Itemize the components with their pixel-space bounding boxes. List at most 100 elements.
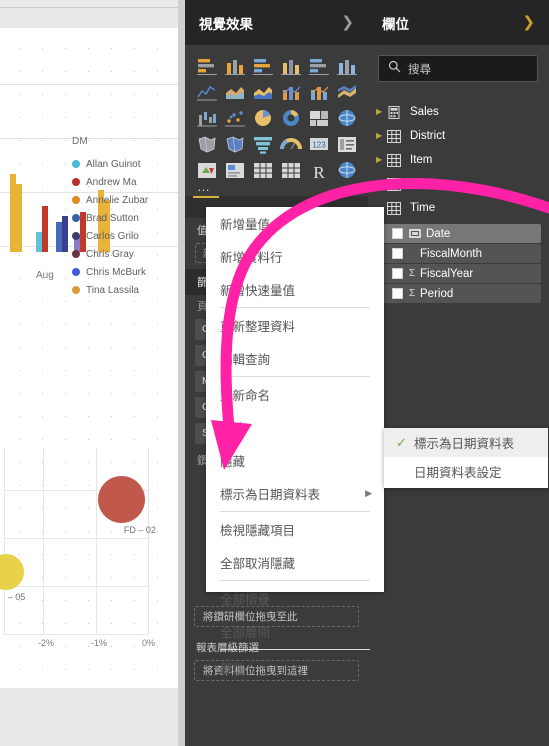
expand-triangle-icon[interactable]: ▶ — [376, 132, 387, 140]
fields-table-label: Time — [410, 202, 436, 214]
context-menu-item[interactable]: 全部展開 — [206, 615, 384, 648]
donut-chart-icon[interactable] — [279, 107, 303, 129]
table-context-menu[interactable]: 新增量值 新增資料行 新增快速量值 重新整理資料 編輯查詢 重新命名 刪除 隱藏 標示為日期資料… — [206, 207, 384, 676]
stacked-bar-chart-icon[interactable] — [195, 55, 219, 77]
matrix-icon[interactable] — [279, 159, 303, 181]
field-row[interactable]: Σ Period — [382, 284, 541, 303]
context-menu-item[interactable]: 重新整理資料 — [206, 309, 384, 342]
menu-separator — [220, 580, 370, 581]
bubble[interactable] — [0, 554, 24, 590]
line-and-clustered-column-chart-icon[interactable] — [307, 81, 331, 103]
legend-item[interactable]: Brad Sutton — [72, 209, 180, 227]
slicer-icon[interactable] — [223, 159, 247, 181]
context-menu-item[interactable]: 檢視隱藏項目 — [206, 513, 384, 546]
visual-type-gallery[interactable]: 123 R — [193, 53, 361, 183]
context-menu-item[interactable]: 新增資料行 — [206, 240, 384, 273]
context-menu-item[interactable]: 新增量值 — [206, 207, 384, 240]
bar[interactable] — [16, 184, 22, 252]
field-label: Period — [420, 287, 454, 300]
legend-item[interactable]: Carlos Grilo — [72, 227, 180, 245]
context-menu-item[interactable]: 隱藏 — [206, 444, 384, 477]
area-chart-icon[interactable] — [223, 81, 247, 103]
context-menu-item[interactable]: 全部摺疊 — [206, 582, 384, 615]
multi-row-card-icon[interactable] — [335, 133, 359, 155]
ribbon-chart-icon[interactable] — [335, 81, 359, 103]
stacked-column-chart-icon[interactable] — [223, 55, 247, 77]
field-checkbox[interactable] — [392, 288, 403, 299]
fields-table-row[interactable]: Time — [368, 196, 549, 220]
field-checkbox[interactable] — [392, 268, 403, 279]
legend-item[interactable]: Andrew Ma — [72, 173, 180, 191]
context-menu-item[interactable]: 新增快速量值 — [206, 273, 384, 306]
100-stacked-column-chart-icon[interactable] — [335, 55, 359, 77]
arcgis-map-icon[interactable] — [335, 159, 359, 181]
time-fields-list[interactable]: Date FiscalMonth Σ FiscalYear Σ Period — [368, 224, 549, 304]
expand-triangle-icon[interactable]: ▶ — [376, 156, 387, 164]
r-script-visual-icon[interactable]: R — [307, 159, 331, 181]
scatter-chart-icon[interactable] — [223, 107, 247, 129]
table-icon — [387, 177, 401, 191]
funnel-chart-icon[interactable] — [251, 133, 275, 155]
treemap-icon[interactable] — [307, 107, 331, 129]
context-menu-item[interactable]: 刪除 — [206, 411, 384, 444]
submenu-item-label: 標示為日期資料表 — [414, 437, 515, 451]
fields-table-row[interactable]: ▶ District — [368, 124, 549, 148]
100-stacked-bar-chart-icon[interactable] — [307, 55, 331, 77]
table-icon — [387, 129, 401, 143]
expand-triangle-icon[interactable]: ▶ — [376, 108, 387, 116]
search-input[interactable]: 搜尋 — [378, 55, 538, 82]
table-icon — [387, 153, 401, 167]
chevron-right-icon[interactable]: ❯ — [522, 15, 535, 30]
field-checkbox[interactable] — [392, 228, 403, 239]
gauge-chart-icon[interactable] — [279, 133, 303, 155]
context-menu-item[interactable]: 全部取消隱藏 — [206, 546, 384, 579]
chevron-right-icon[interactable]: ❯ — [341, 15, 354, 30]
sigma-icon: Σ — [409, 268, 416, 279]
waterfall-chart-icon[interactable] — [195, 107, 219, 129]
scatter-chart-visual[interactable]: FD – 02 – 05 -2% -1% 0% — [0, 448, 178, 688]
stacked-area-chart-icon[interactable] — [251, 81, 275, 103]
legend-item[interactable]: Chris McBurk — [72, 263, 180, 281]
submenu-item[interactable]: 日期資料表設定 — [384, 457, 548, 486]
bubble-label: – 05 — [7, 592, 26, 602]
legend-item-label: Chris McBurk — [86, 266, 147, 278]
legend-item[interactable]: Tina Lassila — [72, 281, 180, 299]
context-menu-item[interactable]: 標示為日期資料表 ▶ — [206, 477, 384, 510]
mark-as-date-table-submenu[interactable]: ✓ 標示為日期資料表 日期資料表設定 — [384, 428, 548, 488]
fields-table-row[interactable]: ▶ Store — [368, 172, 549, 196]
context-menu-item-label: 新增快速量值 — [220, 284, 296, 298]
clustered-column-chart-icon[interactable] — [279, 55, 303, 77]
context-menu-item-label: 刪除 — [220, 422, 246, 436]
line-chart-icon[interactable] — [195, 81, 219, 103]
context-menu-item[interactable]: 編輯查詢 — [206, 342, 384, 375]
field-row[interactable]: Date — [382, 224, 541, 243]
field-row[interactable]: FiscalMonth — [382, 244, 541, 263]
filled-map-icon[interactable] — [195, 133, 219, 155]
pie-chart-icon[interactable] — [251, 107, 275, 129]
more-visuals-button[interactable]: … — [197, 179, 212, 194]
context-menu-item-label: 標示為日期資料表 — [220, 488, 321, 502]
context-menu-item[interactable]: 重新命名 — [206, 378, 384, 411]
fields-table-row[interactable]: ▶ Sales — [368, 100, 549, 124]
expand-triangle-icon[interactable]: ▶ — [376, 180, 387, 188]
bubble[interactable] — [98, 476, 145, 523]
field-checkbox[interactable] — [392, 248, 403, 259]
fields-table-row[interactable]: ▶ Item — [368, 148, 549, 172]
fields-pane-header: 欄位 ❯ — [368, 0, 549, 45]
table-icon[interactable] — [251, 159, 275, 181]
bar[interactable] — [42, 206, 48, 252]
line-and-stacked-column-chart-icon[interactable] — [279, 81, 303, 103]
context-menu-item[interactable]: 屬性 — [206, 651, 384, 684]
submenu-item[interactable]: ✓ 標示為日期資料表 — [384, 428, 548, 457]
clustered-bar-chart-icon[interactable] — [251, 55, 275, 77]
tables-list[interactable]: ▶ Sales ▶ District ▶ Item ▶ Store Time — [368, 100, 549, 220]
legend-item[interactable]: Annelie Zubar — [72, 191, 180, 209]
legend-item[interactable]: Chris Gray — [72, 245, 180, 263]
map-icon[interactable] — [335, 107, 359, 129]
field-row[interactable]: Σ FiscalYear — [382, 264, 541, 283]
card-icon[interactable]: 123 — [307, 133, 331, 155]
shape-map-icon[interactable] — [223, 133, 247, 155]
bar[interactable] — [62, 216, 68, 252]
kpi-icon[interactable] — [195, 159, 219, 181]
legend-item[interactable]: Allan Guinot — [72, 155, 180, 173]
